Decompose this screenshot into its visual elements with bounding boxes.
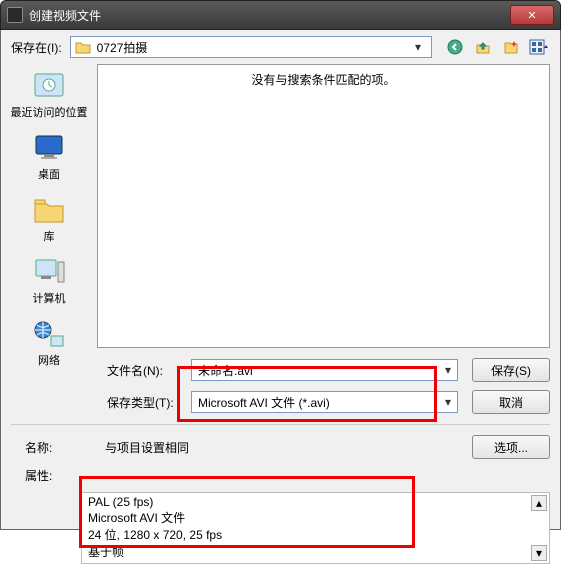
window-title: 创建视频文件: [29, 7, 510, 24]
place-label: 最近访问的位置: [11, 104, 88, 120]
library-icon: [31, 194, 67, 226]
attr-line: PAL (25 fps): [88, 495, 543, 509]
attributes-box: PAL (25 fps) Microsoft AVI 文件 24 位, 1280…: [81, 492, 550, 564]
folder-icon: [75, 40, 91, 54]
filetype-select[interactable]: Microsoft AVI 文件 (*.avi) ▾: [191, 391, 458, 413]
view-menu-icon[interactable]: [528, 36, 550, 58]
place-recent[interactable]: 最近访问的位置: [11, 70, 88, 120]
attr-label: 属性:: [25, 467, 105, 484]
filename-value: 未命名.avi: [198, 362, 253, 379]
save-button[interactable]: 保存(S): [472, 358, 550, 382]
filetype-value: Microsoft AVI 文件 (*.avi): [198, 394, 330, 411]
file-list-pane[interactable]: 没有与搜索条件匹配的项。: [97, 64, 550, 348]
options-button[interactable]: 选项...: [472, 435, 550, 459]
filename-label: 文件名(N):: [107, 362, 187, 379]
chevron-down-icon[interactable]: ▾: [409, 40, 427, 54]
place-network[interactable]: 网络: [31, 318, 67, 368]
place-label: 桌面: [38, 166, 60, 182]
savein-label: 保存在(I):: [11, 39, 62, 56]
name-label: 名称:: [25, 439, 105, 456]
filetype-label: 保存类型(T):: [107, 394, 187, 411]
back-icon[interactable]: [444, 36, 466, 58]
name-value: 与项目设置相同: [105, 439, 472, 456]
chevron-down-icon[interactable]: ▾: [439, 360, 457, 380]
chevron-down-icon[interactable]: ▾: [439, 392, 457, 412]
close-button[interactable]: ✕: [510, 5, 554, 25]
computer-icon: [31, 256, 67, 288]
attr-line: Microsoft AVI 文件: [88, 509, 543, 526]
up-icon[interactable]: [472, 36, 494, 58]
place-label: 计算机: [33, 290, 66, 306]
scroll-up-icon[interactable]: ▴: [531, 495, 547, 511]
titlebar: 创建视频文件 ✕: [0, 0, 561, 30]
location-value: 0727拍摄: [97, 39, 148, 56]
filename-input[interactable]: 未命名.avi ▾: [191, 359, 458, 381]
scroll-down-icon[interactable]: ▾: [531, 545, 547, 561]
place-library[interactable]: 库: [31, 194, 67, 244]
attr-line: 24 位, 1280 x 720, 25 fps: [88, 526, 543, 543]
attr-line: 基于帧: [88, 543, 543, 560]
recent-icon: [31, 70, 67, 102]
divider: [11, 424, 550, 425]
cancel-button[interactable]: 取消: [472, 390, 550, 414]
desktop-icon: [31, 132, 67, 164]
new-folder-icon[interactable]: [500, 36, 522, 58]
network-icon: [31, 318, 67, 350]
location-dropdown[interactable]: 0727拍摄 ▾: [70, 36, 432, 58]
app-icon: [7, 7, 23, 23]
place-computer[interactable]: 计算机: [31, 256, 67, 306]
places-bar: 最近访问的位置 桌面 库 计算机 网络: [1, 64, 97, 354]
place-label: 库: [44, 228, 55, 244]
scrollbar[interactable]: ▴ ▾: [531, 495, 547, 561]
empty-message: 没有与搜索条件匹配的项。: [251, 73, 395, 87]
place-desktop[interactable]: 桌面: [31, 132, 67, 182]
place-label: 网络: [38, 352, 60, 368]
